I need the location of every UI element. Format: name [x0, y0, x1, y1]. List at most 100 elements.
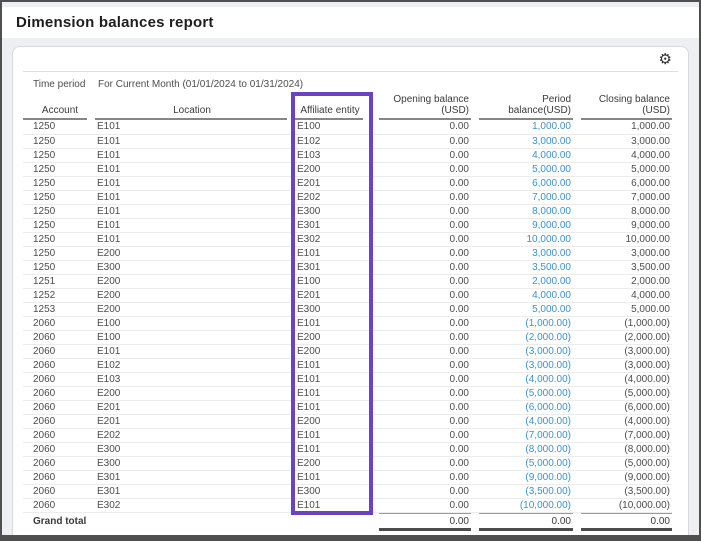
period-balance-drilldown-link[interactable]: 3,000.00 [532, 136, 571, 147]
cell-opening-balance: 0.00 [371, 162, 471, 176]
period-balance-drilldown-link[interactable]: (3,000.00) [525, 360, 571, 371]
cell-account: 1251 [23, 274, 95, 288]
period-balance-drilldown-link[interactable]: 2,000.00 [532, 276, 571, 287]
cell-period-balance: 2,000.00 [471, 274, 573, 288]
cell-location: E101 [95, 120, 295, 134]
cell-affiliate-entity: E200 [295, 414, 371, 428]
cell-affiliate-entity: E101 [295, 358, 371, 372]
cell-opening-balance: 0.00 [371, 176, 471, 190]
cell-period-balance: 7,000.00 [471, 190, 573, 204]
period-balance-drilldown-link[interactable]: 3,500.00 [532, 262, 571, 273]
cell-location: E101 [95, 134, 295, 148]
col-opening-balance: Opening balance (USD) [379, 94, 471, 120]
cell-period-balance: (9,000.00) [471, 470, 573, 484]
period-balance-drilldown-link[interactable]: 9,000.00 [532, 220, 571, 231]
period-balance-drilldown-link[interactable]: 5,000.00 [532, 304, 571, 315]
grand-total-closing-balance: 0.00 [581, 513, 672, 531]
table-row: 1250E101E1020.003,000.003,000.00 [23, 134, 672, 148]
period-balance-drilldown-link[interactable]: (6,000.00) [525, 402, 571, 413]
cell-opening-balance: 0.00 [371, 120, 471, 134]
table-row: 1250E101E1000.001,000.001,000.00 [23, 120, 672, 134]
cell-closing-balance: (3,000.00) [573, 358, 672, 372]
col-period-balance: Period balance(USD) [479, 94, 573, 120]
cell-closing-balance: (3,000.00) [573, 344, 672, 358]
table-row: 1250E101E2010.006,000.006,000.00 [23, 176, 672, 190]
period-balance-drilldown-link[interactable]: 4,000.00 [532, 290, 571, 301]
table-row: 2060E202E1010.00(7,000.00)(7,000.00) [23, 428, 672, 442]
time-period-row: Time periodFor Current Month (01/01/2024… [33, 79, 676, 94]
cell-opening-balance: 0.00 [371, 218, 471, 232]
cell-closing-balance: 3,000.00 [573, 134, 672, 148]
table-row: 1250E200E1010.003,000.003,000.00 [23, 246, 672, 260]
cell-closing-balance: (1,000.00) [573, 316, 672, 330]
period-balance-drilldown-link[interactable]: 3,000.00 [532, 248, 571, 259]
period-balance-drilldown-link[interactable]: 10,000.00 [527, 234, 572, 245]
table-row: 1250E300E3010.003,500.003,500.00 [23, 260, 672, 274]
cell-location: E200 [95, 302, 295, 316]
period-balance-drilldown-link[interactable]: (2,000.00) [525, 332, 571, 343]
period-balance-drilldown-link[interactable]: 8,000.00 [532, 206, 571, 217]
cell-period-balance: 10,000.00 [471, 232, 573, 246]
cell-location: E102 [95, 358, 295, 372]
cell-affiliate-entity: E200 [295, 162, 371, 176]
cell-location: E300 [95, 456, 295, 470]
cell-account: 2060 [23, 400, 95, 414]
cell-closing-balance: 3,000.00 [573, 246, 672, 260]
cell-affiliate-entity: E100 [295, 120, 371, 134]
balances-table: Account Location Affiliate entity Openin… [23, 94, 672, 531]
period-balance-drilldown-link[interactable]: (10,000.00) [520, 500, 571, 511]
cell-location: E101 [95, 162, 295, 176]
cell-opening-balance: 0.00 [371, 204, 471, 218]
period-balance-drilldown-link[interactable]: (3,500.00) [525, 486, 571, 497]
period-balance-drilldown-link[interactable]: 6,000.00 [532, 178, 571, 189]
period-balance-drilldown-link[interactable]: (1,000.00) [525, 318, 571, 329]
cell-account: 2060 [23, 442, 95, 456]
page-title: Dimension balances report [16, 14, 214, 31]
cell-period-balance: (3,500.00) [471, 484, 573, 498]
cell-closing-balance: 2,000.00 [573, 274, 672, 288]
col-closing-balance: Closing balance (USD) [581, 94, 672, 120]
grand-total-label: Grand total [23, 512, 371, 531]
table-row: 1250E101E2020.007,000.007,000.00 [23, 190, 672, 204]
table-row: 1250E101E3000.008,000.008,000.00 [23, 204, 672, 218]
cell-account: 2060 [23, 386, 95, 400]
period-balance-drilldown-link[interactable]: (4,000.00) [525, 416, 571, 427]
cell-opening-balance: 0.00 [371, 372, 471, 386]
cell-location: E101 [95, 344, 295, 358]
cell-period-balance: (2,000.00) [471, 330, 573, 344]
cell-opening-balance: 0.00 [371, 274, 471, 288]
cell-period-balance: 9,000.00 [471, 218, 573, 232]
settings-gear-icon[interactable]: ⚙ [659, 52, 672, 67]
cell-closing-balance: 5,000.00 [573, 162, 672, 176]
period-balance-drilldown-link[interactable]: (7,000.00) [525, 430, 571, 441]
period-balance-drilldown-link[interactable]: (8,000.00) [525, 444, 571, 455]
cell-opening-balance: 0.00 [371, 484, 471, 498]
cell-account: 1250 [23, 204, 95, 218]
cell-affiliate-entity: E101 [295, 498, 371, 512]
period-balance-drilldown-link[interactable]: (3,000.00) [525, 346, 571, 357]
period-balance-drilldown-link[interactable]: (4,000.00) [525, 374, 571, 385]
cell-period-balance: (4,000.00) [471, 372, 573, 386]
cell-account: 2060 [23, 428, 95, 442]
period-balance-drilldown-link[interactable]: 5,000.00 [532, 164, 571, 175]
cell-affiliate-entity: E101 [295, 442, 371, 456]
period-balance-drilldown-link[interactable]: (5,000.00) [525, 458, 571, 469]
period-balance-drilldown-link[interactable]: (9,000.00) [525, 472, 571, 483]
period-balance-drilldown-link[interactable]: 1,000.00 [532, 121, 571, 132]
cell-period-balance: 3,500.00 [471, 260, 573, 274]
period-balance-drilldown-link[interactable]: 4,000.00 [532, 150, 571, 161]
table-row: 2060E300E1010.00(8,000.00)(8,000.00) [23, 442, 672, 456]
time-period-value: For Current Month (01/01/2024 to 01/31/2… [98, 79, 303, 90]
cell-account: 2060 [23, 316, 95, 330]
period-balance-drilldown-link[interactable]: 7,000.00 [532, 192, 571, 203]
cell-account: 1253 [23, 302, 95, 316]
cell-opening-balance: 0.00 [371, 344, 471, 358]
cell-account: 1250 [23, 260, 95, 274]
cell-affiliate-entity: E201 [295, 176, 371, 190]
cell-period-balance: (3,000.00) [471, 344, 573, 358]
grand-total-period-balance: 0.00 [479, 513, 573, 531]
cell-affiliate-entity: E201 [295, 288, 371, 302]
period-balance-drilldown-link[interactable]: (5,000.00) [525, 388, 571, 399]
cell-location: E101 [95, 190, 295, 204]
cell-opening-balance: 0.00 [371, 190, 471, 204]
